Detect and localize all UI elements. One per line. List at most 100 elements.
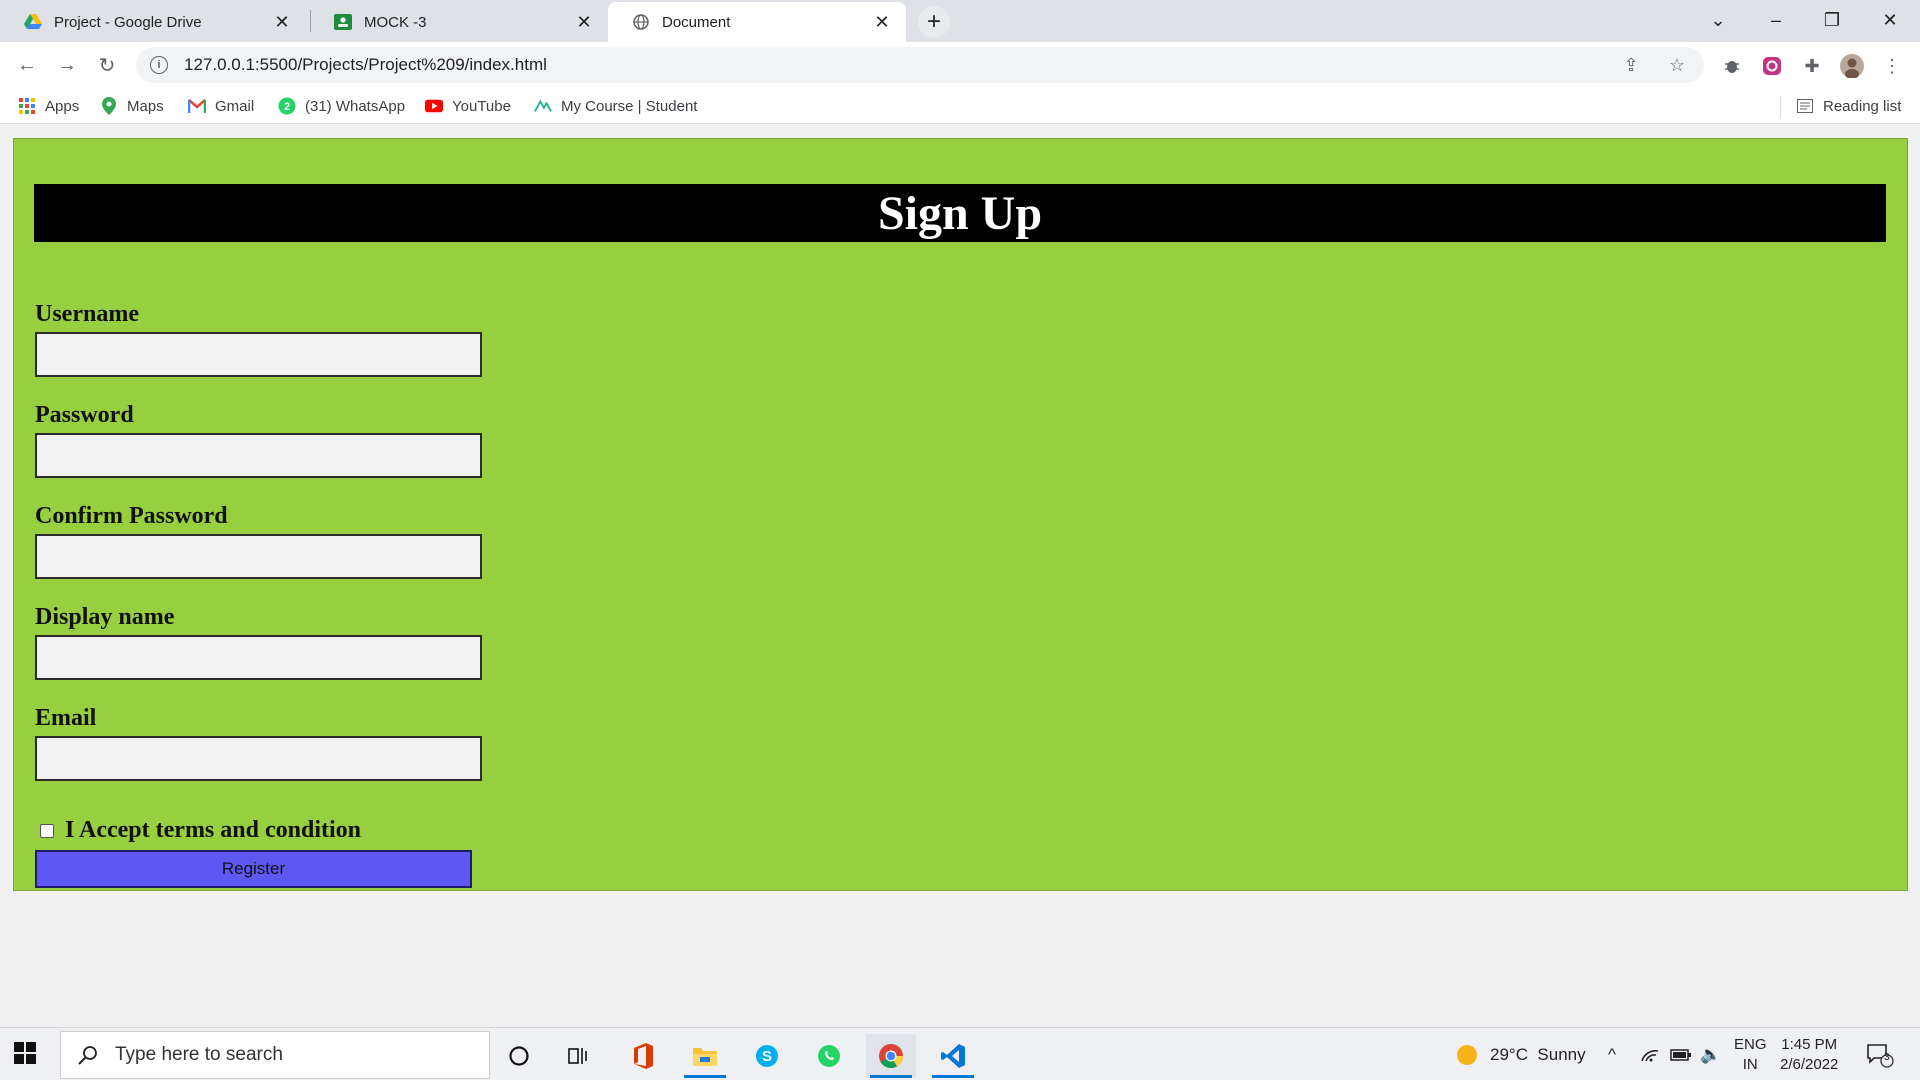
tab-label: Project - Google Drive	[54, 13, 202, 31]
tab-strip: Project - Google Drive ✕ MOCK -3 ✕ Docum…	[0, 0, 1920, 42]
bookmark-label: Apps	[45, 97, 80, 115]
new-tab-button[interactable]: +	[918, 6, 950, 38]
whatsapp-app-icon[interactable]	[804, 1034, 854, 1078]
sun-icon	[1456, 1044, 1478, 1066]
close-tab-icon[interactable]: ✕	[272, 12, 292, 32]
page-title: Sign Up	[34, 184, 1886, 242]
google-classroom-icon	[334, 13, 352, 31]
bookmark-gmail[interactable]: Gmail	[188, 96, 254, 116]
active-indicator	[684, 1075, 726, 1078]
url-text[interactable]: 127.0.0.1:5500/Projects/Project%209/inde…	[184, 55, 547, 75]
notification-count: 3	[1884, 1052, 1890, 1063]
svg-text:2: 2	[284, 101, 290, 113]
profile-avatar[interactable]	[1840, 54, 1864, 78]
active-indicator	[870, 1075, 912, 1078]
terms-label: I Accept terms and condition	[65, 817, 361, 843]
office-icon[interactable]	[618, 1034, 668, 1078]
search-placeholder: Type here to search	[115, 1044, 283, 1065]
chrome-icon[interactable]	[866, 1034, 916, 1078]
minimize-icon[interactable]: –	[1748, 0, 1804, 40]
terms-checkbox[interactable]	[40, 824, 54, 838]
bookmark-label: My Course | Student	[561, 97, 698, 115]
reading-list-icon	[1796, 97, 1814, 115]
cortana-icon[interactable]	[494, 1034, 544, 1078]
close-tab-icon[interactable]: ✕	[872, 12, 892, 32]
search-icon	[77, 1044, 99, 1066]
bookmarks-separator	[1780, 96, 1781, 118]
apps-grid-icon	[18, 97, 36, 115]
reading-list-button[interactable]: Reading list	[1796, 96, 1901, 116]
language-region: IN	[1742, 1055, 1758, 1073]
bookmarks-bar: Apps Maps Gmail 2 (31) WhatsApp YouTube …	[0, 88, 1920, 124]
task-view-icon[interactable]	[554, 1034, 604, 1078]
skype-icon[interactable]: S	[742, 1034, 792, 1078]
notifications-icon[interactable]: 3	[1866, 1028, 1894, 1080]
username-label: Username	[35, 301, 139, 327]
bookmark-apps[interactable]: Apps	[18, 96, 79, 116]
weather-text: 29°C Sunny	[1490, 1044, 1586, 1064]
network-icon[interactable]	[1640, 1028, 1660, 1080]
extensions-puzzle-icon[interactable]: ✚	[1800, 54, 1824, 78]
password-label: Password	[35, 402, 134, 428]
display-name-label: Display name	[35, 604, 175, 630]
back-arrow-icon[interactable]: ←	[12, 50, 42, 80]
reading-list-label: Reading list	[1823, 97, 1902, 115]
extension-instagram-icon[interactable]	[1760, 54, 1784, 78]
tab-document[interactable]: Document ✕	[608, 2, 906, 42]
bookmark-label: (31) WhatsApp	[305, 97, 406, 115]
vscode-icon[interactable]	[928, 1034, 978, 1078]
close-tab-icon[interactable]: ✕	[574, 12, 594, 32]
tab-mock-3[interactable]: MOCK -3 ✕	[310, 2, 608, 42]
window-close-icon[interactable]: ✕	[1862, 0, 1918, 40]
language-indicator[interactable]: ENG IN	[1734, 1028, 1767, 1080]
email-input[interactable]	[35, 736, 482, 781]
more-menu-icon[interactable]: ⋮	[1880, 54, 1904, 78]
maps-icon	[100, 97, 118, 115]
address-bar[interactable]: i 127.0.0.1:5500/Projects/Project%209/in…	[136, 47, 1704, 83]
confirm-password-input[interactable]	[35, 534, 482, 579]
clock-date: 2/6/2022	[1780, 1055, 1839, 1073]
battery-icon[interactable]	[1670, 1028, 1692, 1080]
clock[interactable]: 1:45 PM 2/6/2022	[1780, 1028, 1838, 1080]
volume-icon[interactable]: 🔈	[1700, 1028, 1721, 1080]
language-code: ENG	[1734, 1035, 1767, 1053]
windows-start-icon[interactable]	[14, 1042, 38, 1066]
reload-icon[interactable]: ↻	[92, 50, 122, 80]
signup-form-card: Sign Up Username Password Confirm Passwo…	[13, 138, 1908, 891]
tab-google-drive[interactable]: Project - Google Drive ✕	[0, 2, 306, 42]
confirm-password-label: Confirm Password	[35, 503, 228, 529]
username-input[interactable]	[35, 332, 482, 377]
bookmark-label: Maps	[127, 97, 164, 115]
restore-icon[interactable]: ❐	[1804, 0, 1860, 40]
forward-arrow-icon[interactable]: →	[52, 50, 82, 80]
gmail-icon	[188, 97, 206, 115]
course-icon	[534, 97, 552, 115]
extension-bug-icon[interactable]	[1720, 54, 1744, 78]
share-icon[interactable]: ⇪	[1620, 54, 1642, 76]
bookmark-label: Gmail	[215, 97, 255, 115]
bookmark-maps[interactable]: Maps	[100, 96, 164, 116]
bookmark-star-icon[interactable]: ☆	[1666, 54, 1688, 76]
page-viewport: Sign Up Username Password Confirm Passwo…	[0, 125, 1920, 1027]
password-input[interactable]	[35, 433, 482, 478]
tab-search-chevron-icon[interactable]: ⌄	[1690, 0, 1746, 40]
clock-time: 1:45 PM	[1781, 1035, 1838, 1053]
browser-toolbar: ← → ↻ i 127.0.0.1:5500/Projects/Project%…	[0, 42, 1920, 88]
display-name-input[interactable]	[35, 635, 482, 680]
google-drive-icon	[24, 13, 42, 31]
windows-taskbar: Type here to search S 29°C Sunny ^ 🔈 ENG…	[0, 1027, 1920, 1080]
bookmark-youtube[interactable]: YouTube	[425, 96, 511, 116]
bookmark-my-course[interactable]: My Course | Student	[534, 96, 697, 116]
youtube-icon	[425, 97, 443, 115]
show-hidden-icons-chevron-icon[interactable]: ^	[1608, 1028, 1616, 1080]
bookmark-label: YouTube	[452, 97, 511, 115]
taskbar-search[interactable]: Type here to search	[60, 1031, 490, 1079]
weather-widget[interactable]: 29°C Sunny	[1456, 1028, 1586, 1080]
active-indicator	[932, 1075, 974, 1078]
file-explorer-icon[interactable]	[680, 1034, 730, 1078]
register-button[interactable]: Register	[35, 850, 472, 888]
tab-label: Document	[662, 13, 731, 31]
bookmark-whatsapp[interactable]: 2 (31) WhatsApp	[278, 96, 405, 116]
site-info-icon[interactable]: i	[150, 56, 168, 74]
tab-label: MOCK -3	[364, 13, 427, 31]
